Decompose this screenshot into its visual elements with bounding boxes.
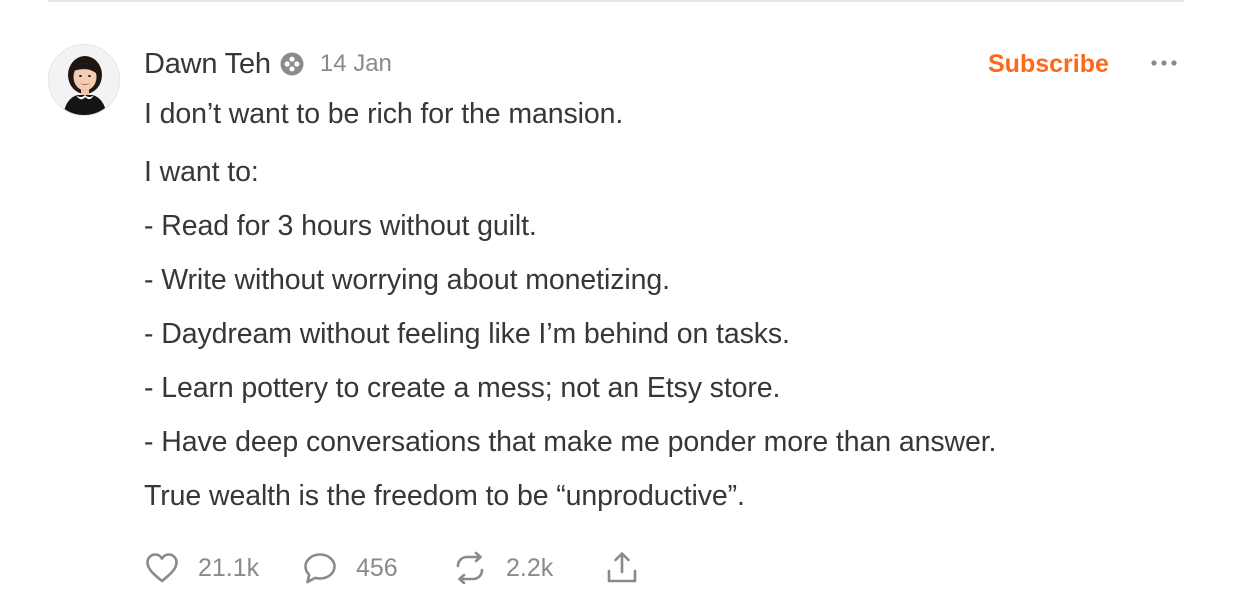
- comment-count: 456: [356, 553, 398, 582]
- avatar-photo: [49, 45, 119, 115]
- list-item: - Have deep conversations that make me p…: [144, 426, 997, 458]
- post-paragraph: True wealth is the freedom to be “unprod…: [144, 480, 745, 512]
- subscribe-button[interactable]: Subscribe: [988, 46, 1109, 82]
- comment-icon: [304, 553, 336, 584]
- restack-count: 2.2k: [506, 553, 554, 582]
- more-options-icon[interactable]: [1146, 50, 1182, 76]
- like-count: 21.1k: [198, 553, 260, 582]
- post-header: Dawn Teh 14 Jan: [144, 44, 392, 84]
- share-button[interactable]: [604, 550, 640, 586]
- heart-icon: [146, 553, 178, 583]
- action-bar: 21.1k 456 2.2k: [144, 548, 640, 588]
- list-item: - Learn pottery to create a mess; not an…: [144, 372, 781, 404]
- verified-badge-icon: [280, 52, 304, 76]
- share-icon: [607, 552, 637, 583]
- post-paragraph: I want to:: [144, 156, 259, 188]
- list-item: - Write without worrying about monetizin…: [144, 264, 670, 296]
- avatar[interactable]: [48, 44, 120, 116]
- comment-button[interactable]: 456: [302, 550, 452, 586]
- post-date[interactable]: 14 Jan: [320, 50, 392, 78]
- author-name[interactable]: Dawn Teh: [144, 48, 271, 81]
- post-body: I don’t want to be rich for the mansion.…: [144, 94, 1184, 516]
- list-item: - Daydream without feeling like I’m behi…: [144, 318, 790, 350]
- restack-button[interactable]: 2.2k: [452, 550, 604, 586]
- like-button[interactable]: 21.1k: [144, 550, 302, 586]
- post-paragraph: I don’t want to be rich for the mansion.: [144, 98, 624, 130]
- restack-icon: [456, 551, 484, 585]
- top-divider: [48, 0, 1184, 2]
- list-item: - Read for 3 hours without guilt.: [144, 210, 537, 242]
